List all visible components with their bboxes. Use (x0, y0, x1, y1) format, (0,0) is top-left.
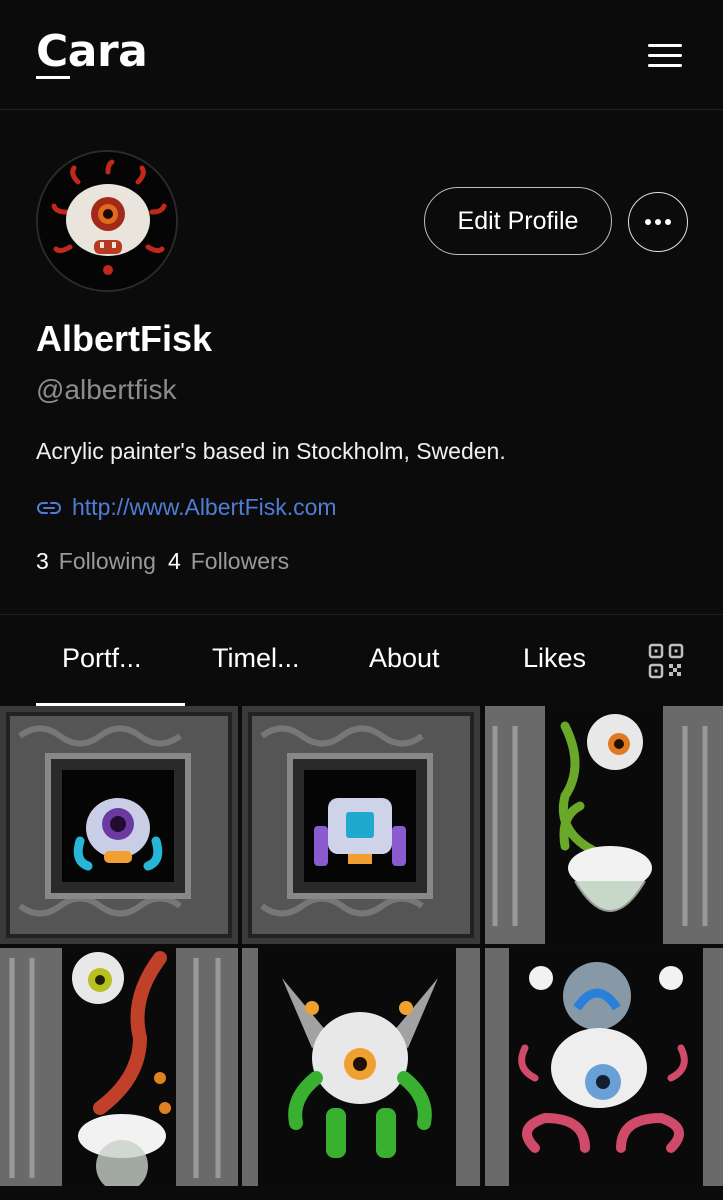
artwork-thumbnail[interactable] (242, 706, 480, 944)
follow-stats: 3 Following 4 Followers (36, 548, 291, 575)
artwork-thumbnail[interactable] (0, 706, 238, 944)
profile-tabs: Portf... Timel... About Likes (0, 614, 723, 706)
tab-likes[interactable]: Likes (523, 643, 586, 674)
following-label[interactable]: Following (59, 548, 156, 575)
website-link-row[interactable]: http://www.AlbertFisk.com (36, 494, 337, 521)
following-count[interactable]: 3 (36, 548, 49, 575)
followers-label[interactable]: Followers (191, 548, 289, 575)
artwork-image (242, 706, 480, 944)
artwork-thumbnail[interactable] (485, 706, 723, 944)
artwork-image (0, 948, 238, 1186)
artwork-image (485, 948, 723, 1186)
display-name: AlbertFisk (36, 318, 213, 359)
tab-portfolio[interactable]: Portf... (62, 643, 142, 674)
artwork-image (242, 948, 480, 1186)
artwork-image (0, 706, 238, 944)
website-link[interactable]: http://www.AlbertFisk.com (72, 494, 337, 521)
qr-code-icon[interactable] (648, 643, 684, 679)
edit-profile-button[interactable]: Edit Profile (424, 187, 612, 255)
tab-timeline[interactable]: Timel... (212, 643, 300, 674)
artwork-thumbnail[interactable] (242, 948, 480, 1186)
followers-count[interactable]: 4 (168, 548, 181, 575)
avatar-artwork (38, 152, 176, 290)
tab-about[interactable]: About (369, 643, 440, 674)
link-icon (37, 501, 61, 514)
artwork-image (485, 706, 723, 944)
top-bar: Cara (0, 0, 723, 110)
avatar[interactable] (36, 150, 178, 292)
logo-underline (36, 76, 70, 79)
more-dots-icon[interactable] (628, 192, 688, 252)
hamburger-menu-icon[interactable] (640, 36, 690, 76)
artwork-thumbnail[interactable] (485, 948, 723, 1186)
profile-bio: Acrylic painter's based in Stockholm, Sw… (36, 438, 506, 464)
portfolio-grid (0, 706, 723, 1200)
cara-logo[interactable]: Cara (36, 26, 148, 77)
username-handle: @albertfisk (36, 374, 177, 405)
artwork-thumbnail[interactable] (0, 948, 238, 1186)
